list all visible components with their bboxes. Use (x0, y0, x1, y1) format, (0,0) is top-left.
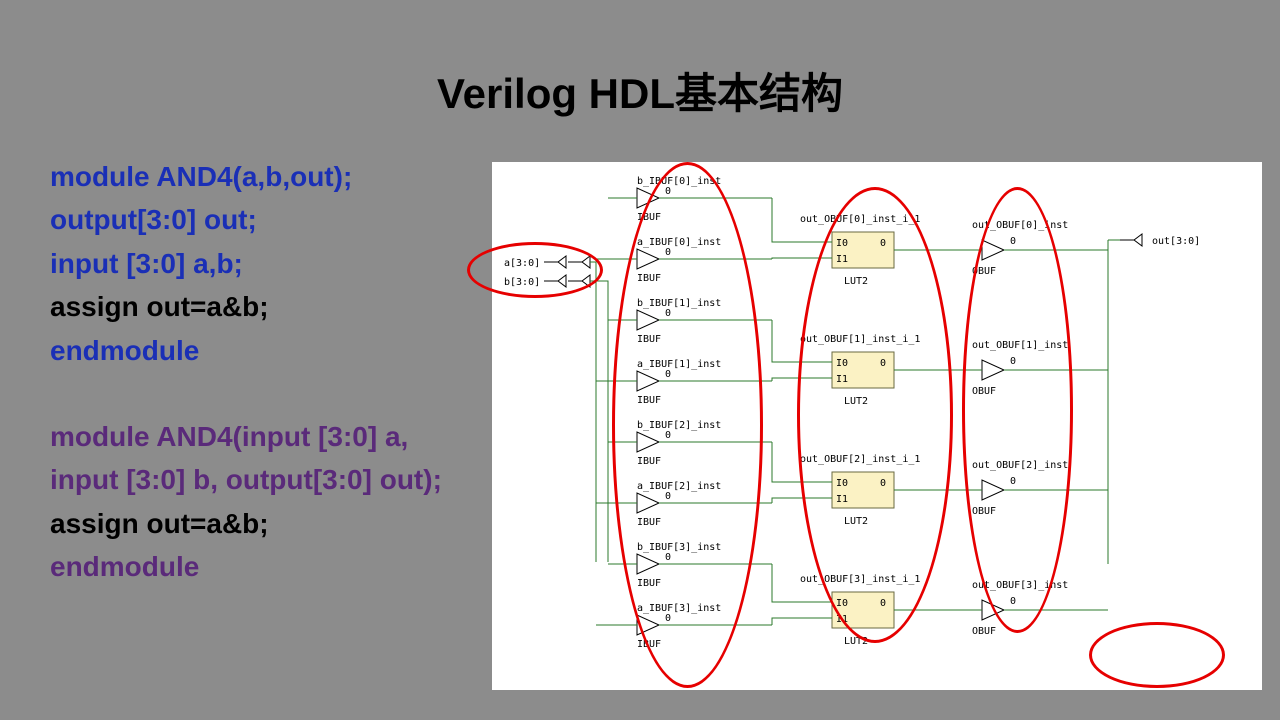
svg-text:0: 0 (1010, 236, 1016, 247)
code-line: input [3:0] a,b; (50, 242, 352, 285)
code-block-1: module AND4(a,b,out); output[3:0] out; i… (50, 155, 352, 372)
svg-text:0: 0 (880, 238, 886, 249)
svg-text:out_OBUF[1]_inst: out_OBUF[1]_inst (972, 340, 1068, 351)
svg-text:LUT2: LUT2 (844, 276, 868, 287)
svg-text:I0: I0 (836, 238, 848, 249)
svg-text:I1: I1 (836, 374, 848, 385)
svg-text:IBUF: IBUF (637, 334, 661, 345)
svg-text:OBUF: OBUF (972, 506, 996, 517)
svg-text:0: 0 (665, 247, 671, 258)
svg-text:LUT2: LUT2 (844, 396, 868, 407)
svg-text:IBUF: IBUF (637, 517, 661, 528)
page-title: Verilog HDL基本结构 (0, 60, 1280, 121)
code-line: assign out=a&b; (50, 502, 470, 545)
svg-text:a_IBUF[1]_inst: a_IBUF[1]_inst (637, 359, 721, 370)
svg-text:0: 0 (665, 186, 671, 197)
svg-text:out_OBUF[3]_inst: out_OBUF[3]_inst (972, 580, 1068, 591)
svg-text:a[3:0]: a[3:0] (504, 258, 540, 269)
svg-text:IBUF: IBUF (637, 639, 661, 650)
svg-text:OBUF: OBUF (972, 626, 996, 637)
svg-text:0: 0 (665, 430, 671, 441)
svg-text:0: 0 (880, 478, 886, 489)
svg-text:I0: I0 (836, 478, 848, 489)
svg-text:IBUF: IBUF (637, 273, 661, 284)
input-port-b: b[3:0] (504, 275, 590, 288)
svg-text:I1: I1 (836, 494, 848, 505)
code-line: module AND4(input [3:0] a, input [3:0] b… (50, 415, 470, 502)
code-block-2: module AND4(input [3:0] a, input [3:0] b… (50, 415, 470, 589)
svg-text:I0: I0 (836, 598, 848, 609)
svg-text:0: 0 (1010, 476, 1016, 487)
svg-text:I1: I1 (836, 254, 848, 265)
svg-text:OBUF: OBUF (972, 386, 996, 397)
svg-text:0: 0 (880, 598, 886, 609)
svg-text:b[3:0]: b[3:0] (504, 277, 540, 288)
svg-text:out_OBUF[1]_inst_i_1: out_OBUF[1]_inst_i_1 (800, 334, 920, 345)
code-line: endmodule (50, 545, 470, 588)
svg-text:IBUF: IBUF (637, 212, 661, 223)
svg-text:a_IBUF[3]_inst: a_IBUF[3]_inst (637, 603, 721, 614)
svg-text:out[3:0]: out[3:0] (1152, 236, 1200, 247)
input-port-a: a[3:0] (504, 256, 590, 269)
svg-text:LUT2: LUT2 (844, 516, 868, 527)
svg-text:IBUF: IBUF (637, 578, 661, 589)
svg-text:0: 0 (665, 491, 671, 502)
svg-text:a_IBUF[2]_inst: a_IBUF[2]_inst (637, 481, 721, 492)
svg-text:out_OBUF[0]_inst: out_OBUF[0]_inst (972, 220, 1068, 231)
svg-text:b_IBUF[2]_inst: b_IBUF[2]_inst (637, 420, 721, 431)
svg-text:IBUF: IBUF (637, 395, 661, 406)
svg-text:out_OBUF[2]_inst: out_OBUF[2]_inst (972, 460, 1068, 471)
code-line: output[3:0] out; (50, 198, 352, 241)
svg-text:0: 0 (1010, 356, 1016, 367)
svg-text:b_IBUF[1]_inst: b_IBUF[1]_inst (637, 298, 721, 309)
svg-text:LUT2: LUT2 (844, 636, 868, 647)
svg-text:b_IBUF[0]_inst: b_IBUF[0]_inst (637, 176, 721, 187)
svg-text:out_OBUF[3]_inst_i_1: out_OBUF[3]_inst_i_1 (800, 574, 920, 585)
svg-text:a_IBUF[0]_inst: a_IBUF[0]_inst (637, 237, 721, 248)
svg-text:OBUF: OBUF (972, 266, 996, 277)
schematic-panel: .wire { stroke:#2b7a2b; stroke-width:1; … (492, 162, 1262, 690)
svg-text:0: 0 (880, 358, 886, 369)
svg-text:0: 0 (665, 552, 671, 563)
output-port: out[3:0] (1120, 234, 1200, 247)
svg-text:I0: I0 (836, 358, 848, 369)
code-line: assign out=a&b; (50, 285, 352, 328)
svg-text:0: 0 (665, 308, 671, 319)
svg-text:0: 0 (665, 613, 671, 624)
code-line: endmodule (50, 329, 352, 372)
svg-text:0: 0 (1010, 596, 1016, 607)
svg-text:IBUF: IBUF (637, 456, 661, 467)
svg-text:0: 0 (665, 369, 671, 380)
svg-text:I1: I1 (836, 614, 848, 625)
svg-text:b_IBUF[3]_inst: b_IBUF[3]_inst (637, 542, 721, 553)
svg-text:out_OBUF[0]_inst_i_1: out_OBUF[0]_inst_i_1 (800, 214, 920, 225)
code-line: module AND4(a,b,out); (50, 155, 352, 198)
svg-text:out_OBUF[2]_inst_i_1: out_OBUF[2]_inst_i_1 (800, 454, 920, 465)
